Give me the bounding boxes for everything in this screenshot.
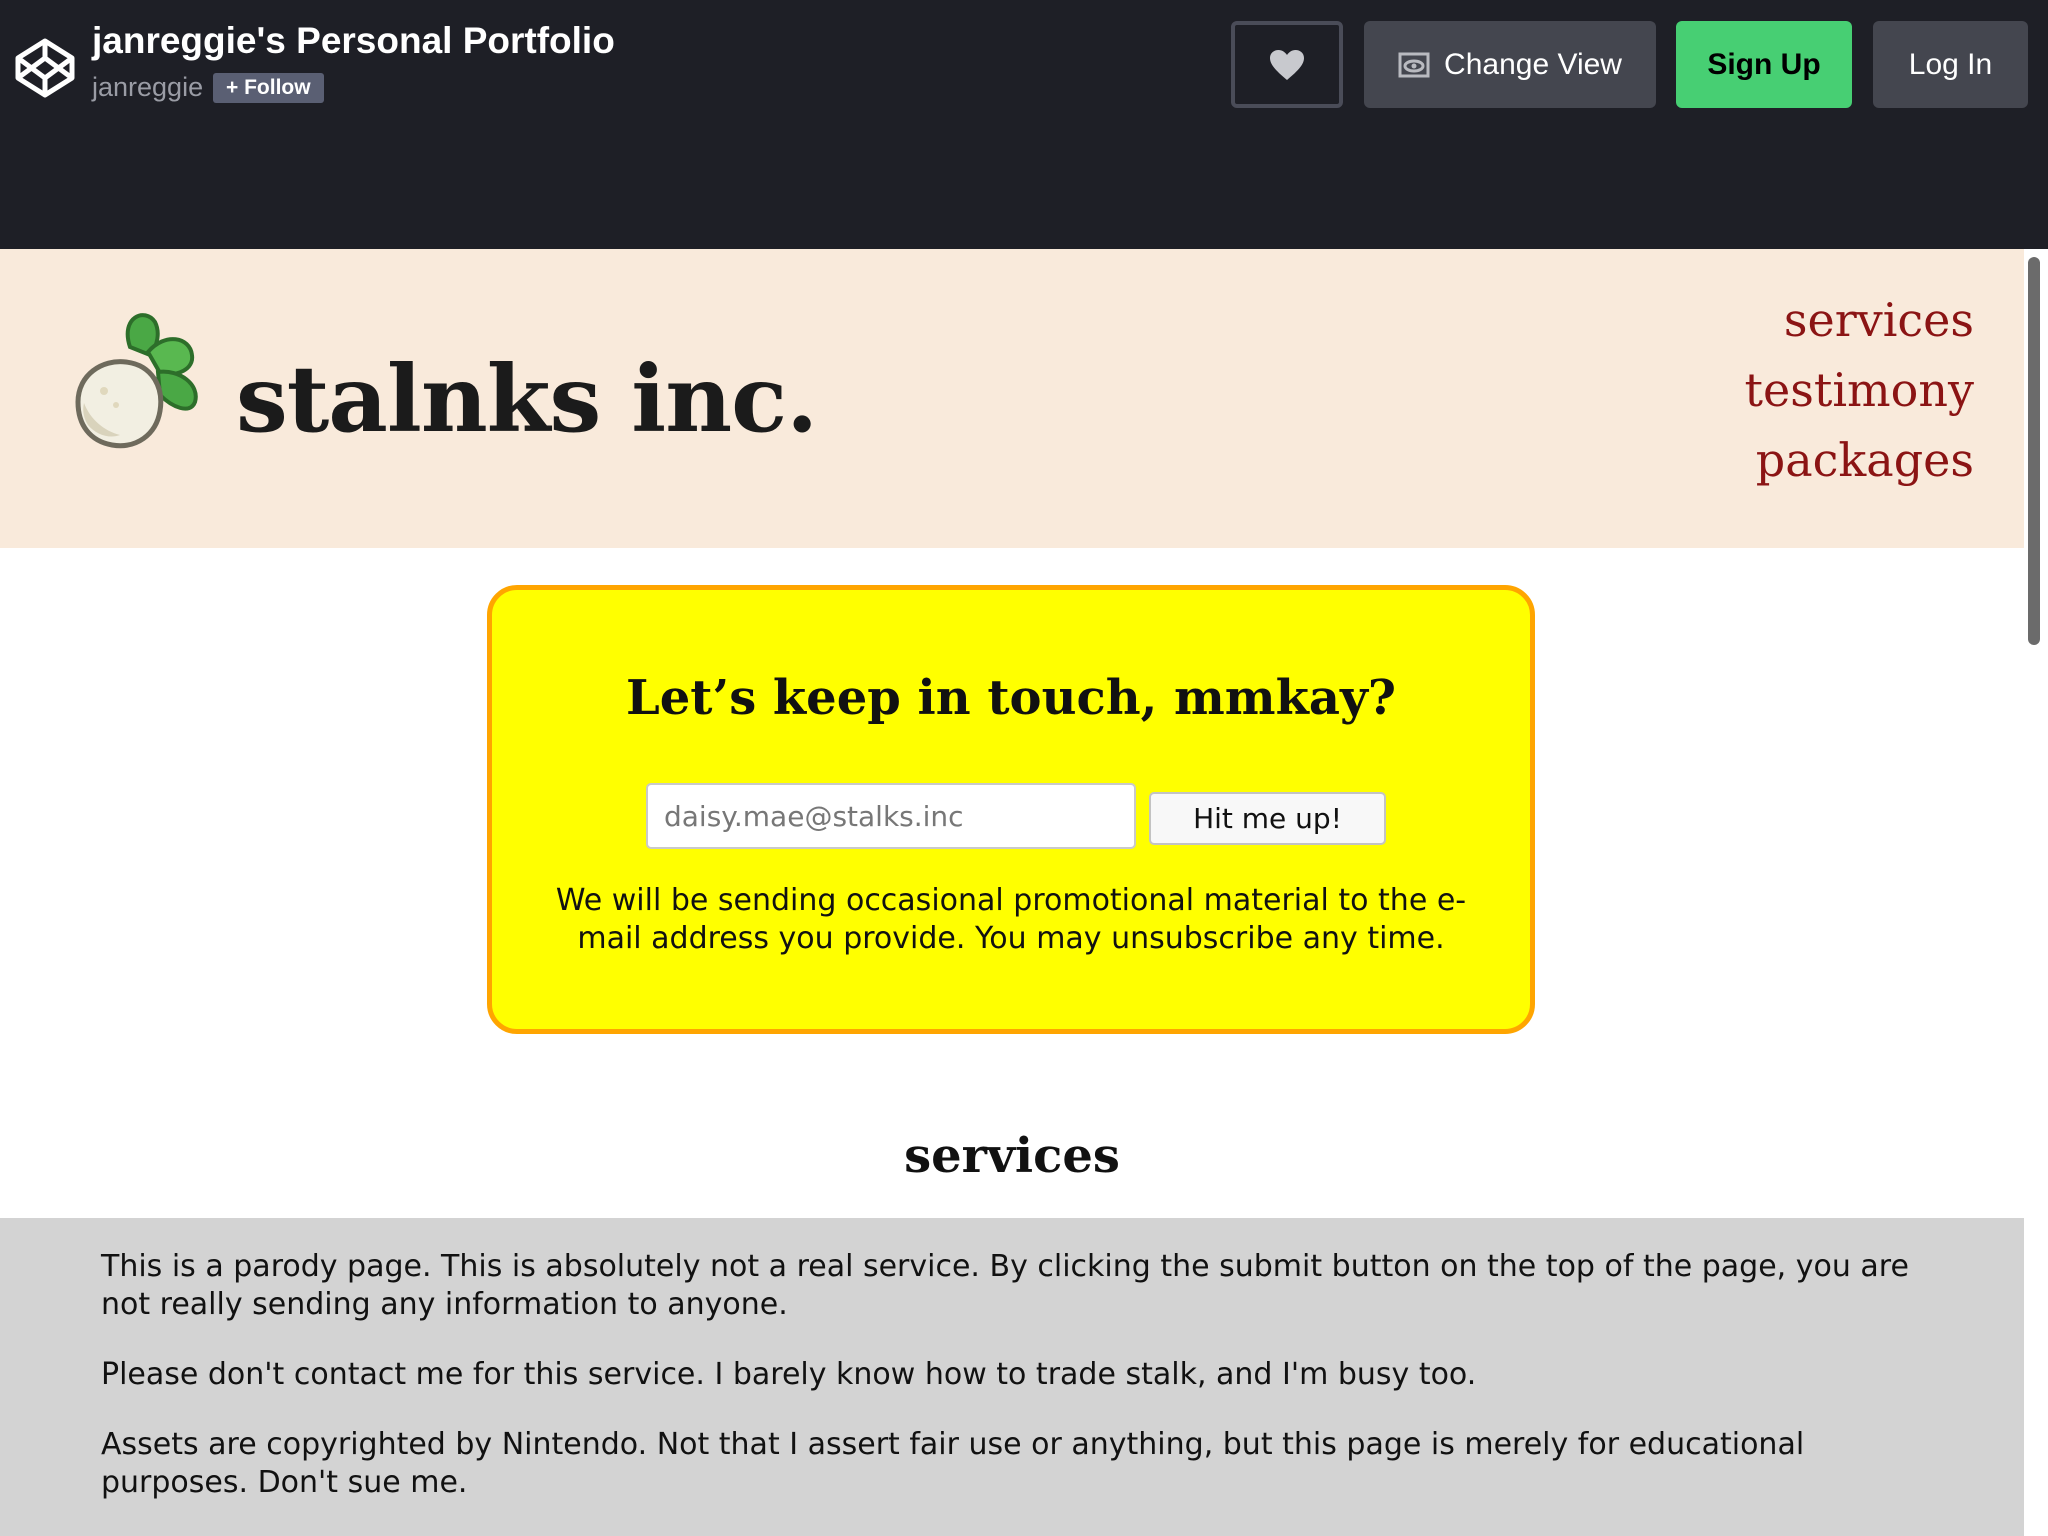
newsletter-disclaimer: We will be sending occasional promotiona… — [555, 883, 1467, 956]
scrollbar-thumb[interactable] — [2028, 257, 2040, 645]
services-section: This is a parody page. This is absolutel… — [0, 1218, 2024, 1536]
pen-title[interactable]: janreggie's Personal Portfolio — [92, 20, 615, 62]
nav-link-testimony[interactable]: testimony — [1745, 355, 1974, 425]
follow-button[interactable]: + Follow — [213, 73, 324, 103]
sign-up-button[interactable]: Sign Up — [1676, 21, 1852, 108]
site-nav: services testimony packages — [1745, 285, 1974, 495]
preview-scrollbar[interactable] — [2024, 249, 2048, 1536]
services-heading: services — [904, 1128, 1120, 1184]
services-paragraph: Assets are copyrighted by Nintendo. Not … — [101, 1427, 1805, 1500]
submit-button[interactable]: Hit me up! — [1149, 792, 1386, 845]
newsletter-heading: Let’s keep in touch, mmkay? — [626, 670, 1396, 726]
heart-icon — [1270, 49, 1304, 80]
change-view-label: Change View — [1444, 47, 1622, 81]
pen-preview: stalnks inc. services testimony packages… — [0, 249, 2024, 1536]
services-paragraph: This is a parody page. This is absolutel… — [101, 1249, 1909, 1322]
services-paragraph: Please don't contact me for this service… — [101, 1357, 1477, 1392]
newsletter-box: Let’s keep in touch, mmkay? Hit me up! W… — [487, 585, 1535, 1034]
pen-author[interactable]: janreggie — [92, 72, 203, 103]
log-in-button[interactable]: Log In — [1873, 21, 2028, 108]
eye-icon — [1398, 52, 1430, 77]
email-input[interactable] — [646, 783, 1136, 849]
codepen-logo-icon[interactable] — [14, 37, 76, 99]
change-view-button[interactable]: Change View — [1364, 21, 1656, 108]
nav-link-packages[interactable]: packages — [1745, 425, 1974, 495]
turnip-icon — [75, 313, 198, 449]
site-brand: stalnks inc. — [236, 345, 818, 453]
codepen-header: janreggie's Personal Portfolio janreggie… — [0, 0, 2048, 249]
site-header: stalnks inc. services testimony packages — [0, 249, 2024, 548]
nav-link-services[interactable]: services — [1745, 285, 1974, 355]
like-button[interactable] — [1231, 21, 1343, 108]
